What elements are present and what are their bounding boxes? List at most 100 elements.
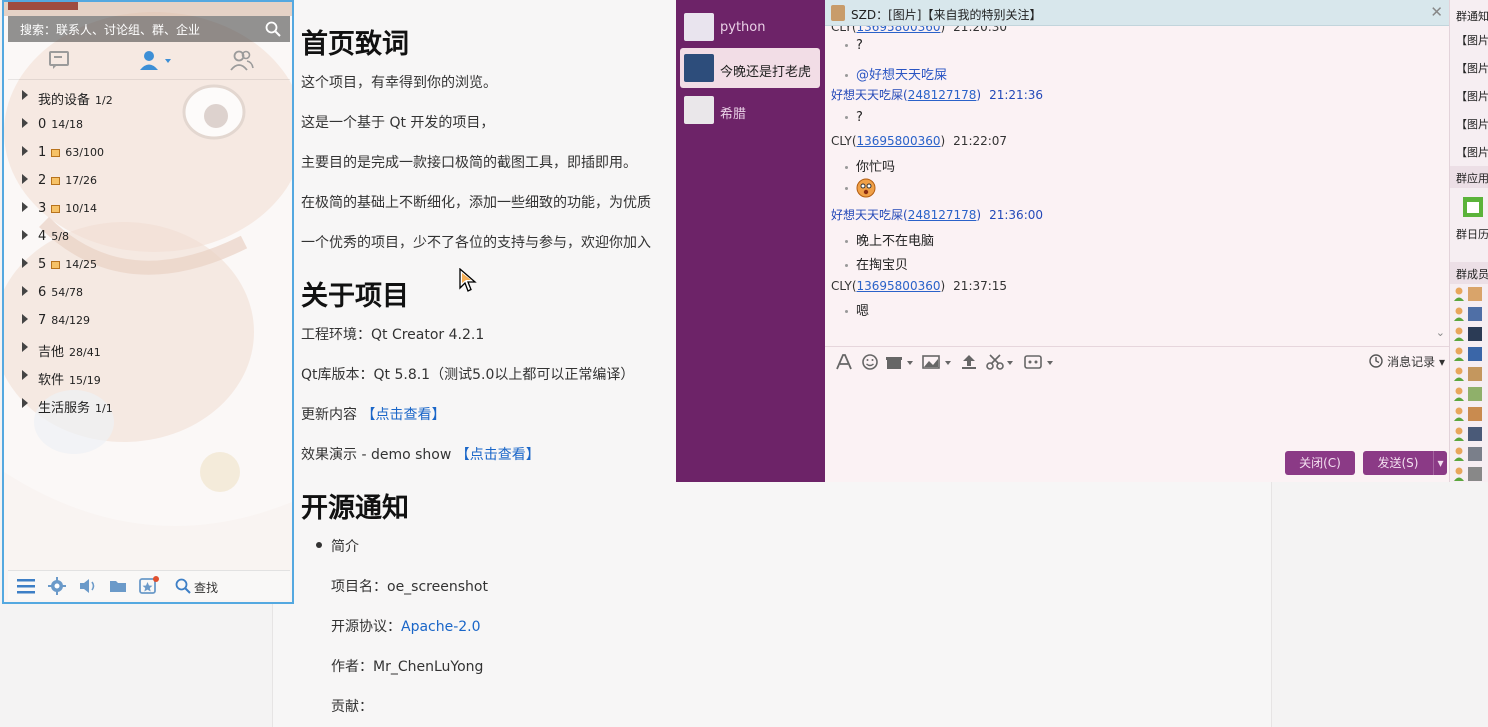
search-icon[interactable] bbox=[264, 20, 282, 38]
member-avatar[interactable] bbox=[1454, 466, 1486, 482]
message-header: 好想天天吃屎(248127178) 21:21:36 bbox=[831, 88, 1044, 102]
notice-item-2[interactable]: 【图片 bbox=[1456, 60, 1488, 76]
contact-group[interactable]: 5 14/25 bbox=[8, 250, 290, 278]
conversation-third[interactable]: 希腊 bbox=[680, 90, 820, 130]
person-icon bbox=[1454, 387, 1482, 401]
sound-icon[interactable] bbox=[78, 577, 98, 595]
group-calendar-label[interactable]: 群日历 bbox=[1456, 226, 1488, 242]
group-name: 5 bbox=[38, 257, 47, 272]
more-apps-icon[interactable] bbox=[1023, 353, 1057, 371]
notice-item-4[interactable]: 【图片 bbox=[1456, 116, 1488, 132]
expand-arrow-icon[interactable] bbox=[22, 370, 28, 380]
project-name: 项目名：oe_screenshot bbox=[331, 579, 488, 595]
tab-messages-icon[interactable] bbox=[48, 50, 70, 70]
main-menu-icon[interactable] bbox=[16, 577, 36, 595]
expand-arrow-icon[interactable] bbox=[22, 342, 28, 352]
member-avatar[interactable] bbox=[1454, 326, 1486, 342]
message-time: 21:20:30 bbox=[953, 26, 1008, 34]
expand-arrow-icon[interactable] bbox=[22, 398, 28, 408]
tab-contacts-icon[interactable] bbox=[138, 50, 178, 72]
sender-id-link[interactable]: 13695800360 bbox=[857, 279, 941, 293]
chat-notification-bar[interactable]: SZD：[图片]【来自我的特别关注】 ✕ bbox=[825, 0, 1449, 26]
contact-group[interactable]: 4 5/8 bbox=[8, 222, 290, 250]
group-count: 17/26 bbox=[65, 174, 97, 187]
expand-arrow-icon[interactable] bbox=[22, 258, 28, 268]
person-icon bbox=[1454, 447, 1482, 461]
member-avatar[interactable] bbox=[1454, 306, 1486, 322]
expand-arrow-icon[interactable] bbox=[22, 286, 28, 296]
update-link[interactable]: 【点击查看】 bbox=[361, 407, 445, 423]
tab-groups-icon[interactable] bbox=[230, 50, 254, 72]
member-avatar[interactable] bbox=[1454, 406, 1486, 422]
app-manager-icon[interactable] bbox=[138, 575, 160, 595]
group-label: 7 84/129 bbox=[38, 313, 90, 328]
conversation-group-active[interactable]: 今晚还是打老虎 bbox=[680, 48, 820, 88]
image-icon[interactable] bbox=[921, 353, 955, 371]
expand-arrow-icon[interactable] bbox=[22, 314, 28, 324]
member-avatar[interactable] bbox=[1454, 286, 1486, 302]
folder-icon[interactable] bbox=[108, 577, 128, 595]
group-name: 1 bbox=[38, 145, 47, 160]
emoji-icon[interactable] bbox=[861, 353, 879, 371]
license-link[interactable]: Apache-2.0 bbox=[401, 619, 481, 635]
contact-group[interactable]: 6 54/78 bbox=[8, 278, 290, 306]
contact-group[interactable]: 2 17/26 bbox=[8, 166, 290, 194]
settings-gear-icon[interactable] bbox=[48, 577, 66, 595]
font-icon[interactable] bbox=[835, 353, 853, 371]
message-header: CLY(13695800360) 21:37:15 bbox=[831, 279, 1008, 293]
expand-arrow-icon[interactable] bbox=[22, 118, 28, 128]
member-avatar[interactable] bbox=[1454, 426, 1486, 442]
member-avatar[interactable] bbox=[1454, 446, 1486, 462]
gift-icon[interactable] bbox=[885, 353, 915, 371]
clock-icon bbox=[1369, 354, 1384, 368]
member-avatar[interactable] bbox=[1454, 346, 1486, 362]
contact-group[interactable]: 1 63/100 bbox=[8, 138, 290, 166]
panel-bottom-toolbar: 查找 bbox=[8, 570, 290, 600]
bullet-dot bbox=[845, 74, 848, 77]
sender-id-link[interactable]: 248127178 bbox=[908, 88, 977, 102]
message-header: 好想天天吃屎(248127178) 21:36:00 bbox=[831, 208, 1044, 222]
expand-arrow-icon[interactable] bbox=[22, 146, 28, 156]
scroll-down-chevron-icon[interactable]: ⌄ bbox=[1436, 326, 1445, 339]
screenshot-scissors-icon[interactable] bbox=[985, 353, 1019, 371]
search-bar[interactable]: 搜索：联系人、讨论组、群、企业 bbox=[8, 16, 290, 42]
expand-arrow-icon[interactable] bbox=[22, 202, 28, 212]
bullet-dot bbox=[845, 116, 848, 119]
contact-group[interactable]: 吉他 28/41 bbox=[8, 334, 290, 362]
close-chat-button[interactable]: 关闭(C) bbox=[1285, 451, 1355, 475]
member-avatar[interactable] bbox=[1454, 366, 1486, 382]
expand-arrow-icon[interactable] bbox=[22, 174, 28, 184]
member-avatar[interactable] bbox=[1454, 386, 1486, 402]
sender-name: CLY bbox=[831, 26, 852, 34]
notification-text: SZD：[图片]【来自我的特别关注】 bbox=[851, 8, 1042, 22]
expand-arrow-icon[interactable] bbox=[22, 90, 28, 100]
contact-group[interactable]: 3 10/14 bbox=[8, 194, 290, 222]
contact-group[interactable]: 软件 15/19 bbox=[8, 362, 290, 390]
contact-group[interactable]: 7 84/129 bbox=[8, 306, 290, 334]
expand-arrow-icon[interactable] bbox=[22, 230, 28, 240]
sender-id-link[interactable]: 13695800360 bbox=[857, 134, 941, 148]
chat-window: python 今晚还是打老虎 希腊 SZD：[图片]【来自我的特别关注】 ✕ C… bbox=[676, 0, 1488, 482]
contact-group[interactable]: 0 14/18 bbox=[8, 110, 290, 138]
sender-id-link[interactable]: 13695800360 bbox=[857, 26, 941, 34]
upload-file-icon[interactable] bbox=[959, 353, 979, 371]
contact-group[interactable]: 生活服务 1/1 bbox=[8, 390, 290, 418]
calendar-icon[interactable] bbox=[1462, 196, 1484, 218]
send-button[interactable]: 发送(S) bbox=[1363, 451, 1433, 475]
group-count: 14/18 bbox=[51, 118, 83, 131]
contact-group[interactable]: 我的设备 1/2 bbox=[8, 82, 290, 110]
notice-item-3[interactable]: 【图片 bbox=[1456, 88, 1488, 104]
conversation-third-name: 希腊 bbox=[720, 107, 747, 122]
sender-id-link[interactable]: 248127178 bbox=[908, 208, 977, 222]
find-icon[interactable] bbox=[174, 577, 192, 595]
send-options-chevron-down-icon[interactable]: ▾ bbox=[1433, 451, 1447, 475]
update-label: 更新内容 bbox=[301, 407, 362, 423]
bullet-dot bbox=[316, 542, 322, 548]
conversation-python[interactable]: python bbox=[680, 7, 820, 47]
notice-item-5[interactable]: 【图片 bbox=[1456, 144, 1488, 160]
close-icon[interactable]: ✕ bbox=[1430, 3, 1443, 21]
demo-link[interactable]: 【点击查看】 bbox=[456, 447, 540, 463]
message-history-button[interactable]: 消息记录 ▾ bbox=[1369, 353, 1445, 370]
notice-item-1[interactable]: 【图片 bbox=[1456, 32, 1488, 48]
find-label[interactable]: 查找 bbox=[194, 579, 218, 596]
